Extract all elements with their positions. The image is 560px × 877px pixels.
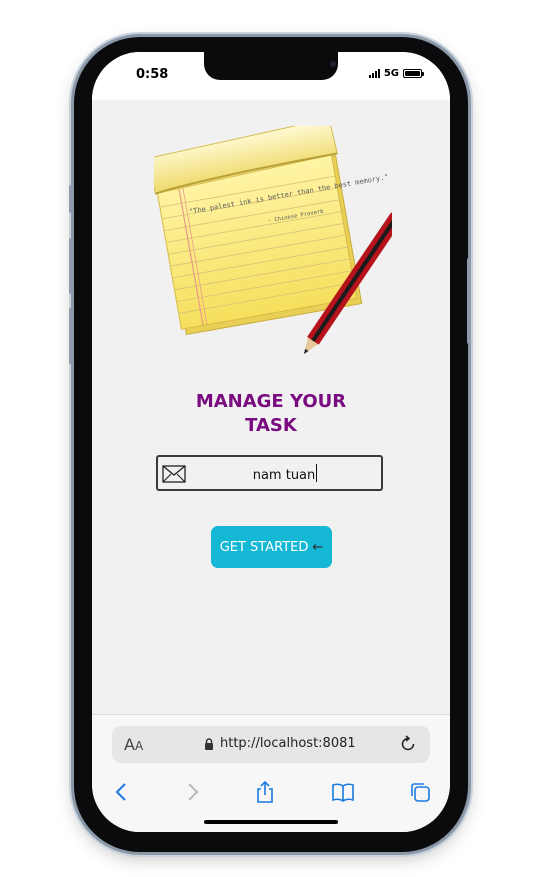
envelope-icon	[162, 465, 186, 483]
name-input[interactable]	[192, 463, 376, 487]
phone-screen: 0:58 5G "The palest ink is better than t…	[92, 52, 450, 832]
notepad-pencil-image: "The palest ink is better than the best …	[154, 126, 392, 354]
bookmarks-icon[interactable]	[328, 777, 358, 807]
mute-switch	[69, 185, 73, 213]
share-icon[interactable]	[250, 777, 280, 807]
power-button	[467, 258, 471, 344]
page-title: MANAGE YOUR TASK	[92, 390, 450, 438]
status-indicators: 5G	[368, 68, 424, 79]
browser-toolbar	[92, 777, 450, 807]
volume-down-button	[69, 308, 73, 364]
get-started-button[interactable]: GET STARTED ←	[211, 526, 332, 568]
text-caret	[316, 464, 317, 482]
battery-icon	[403, 69, 424, 78]
network-label: 5G	[383, 68, 399, 79]
notch	[204, 52, 338, 80]
text-size-button[interactable]: AA	[124, 735, 143, 754]
status-bar: 0:58 5G	[92, 52, 450, 100]
address-bar[interactable]: AA http://localhost:8081	[112, 726, 430, 763]
browser-bottom-bar: AA http://localhost:8081	[92, 714, 450, 832]
volume-up-button	[69, 238, 73, 294]
title-line-1: MANAGE YOUR	[195, 391, 347, 412]
tabs-icon[interactable]	[405, 777, 435, 807]
url-text: http://localhost:8081	[220, 736, 356, 751]
title-line-2: TASK	[245, 415, 297, 436]
name-field[interactable]	[156, 455, 383, 491]
signal-icon	[368, 69, 380, 78]
back-icon[interactable]	[106, 777, 136, 807]
status-time: 0:58	[136, 67, 169, 82]
lock-icon	[205, 738, 213, 750]
forward-icon[interactable]	[178, 777, 208, 807]
camera-icon	[330, 61, 336, 67]
home-indicator	[204, 820, 338, 824]
get-started-label: GET STARTED	[219, 539, 309, 555]
arrow-left-icon: ←	[312, 539, 324, 555]
reload-icon[interactable]	[398, 734, 418, 754]
